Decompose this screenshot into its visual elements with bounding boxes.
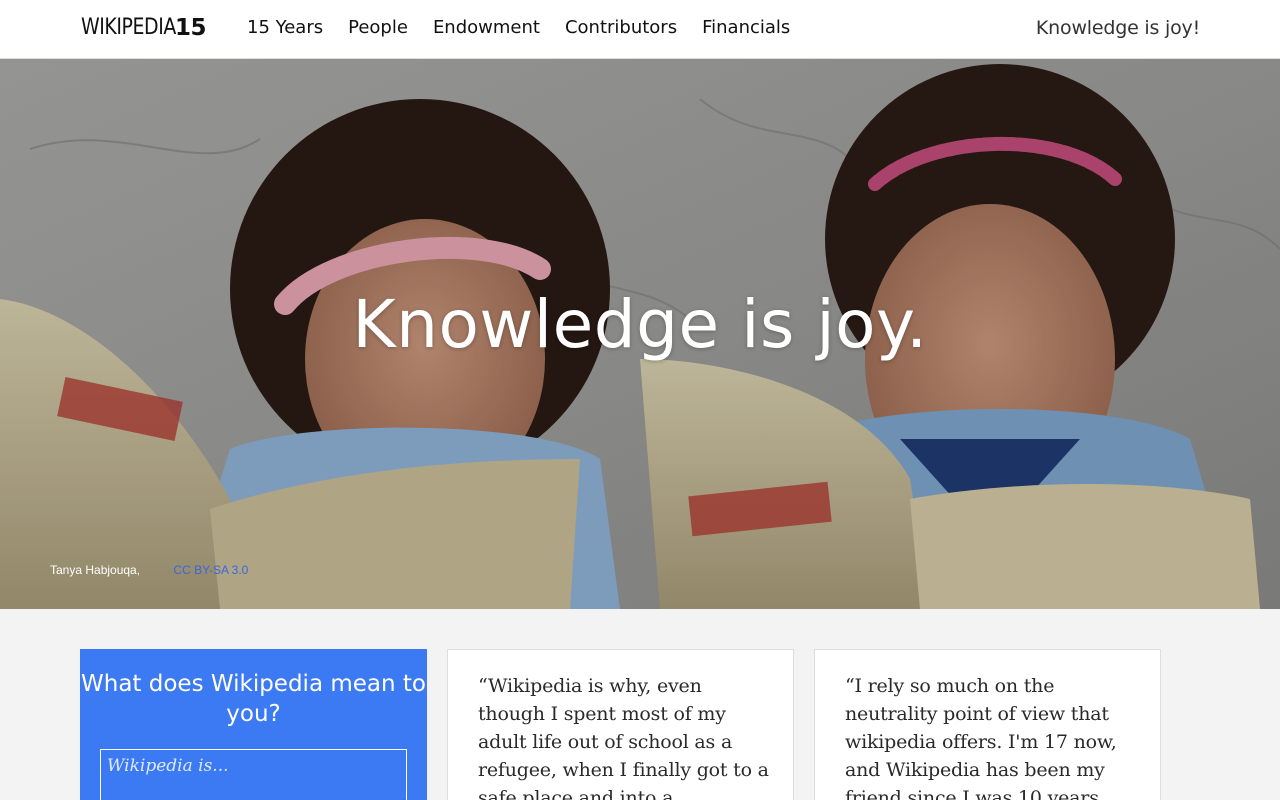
quote-card: “I rely so much on the neutrality point … xyxy=(814,649,1161,800)
share-story-title: What does Wikipedia mean to you? xyxy=(81,671,426,727)
photo-credit-author: Tanya Habjouqa, xyxy=(50,563,141,577)
share-story-card: What does Wikipedia mean to you? xyxy=(80,649,427,800)
story-input[interactable] xyxy=(100,749,407,800)
nav-item-financials[interactable]: Financials xyxy=(702,16,790,40)
wikipedia15-logo[interactable]: WIKIPEDIA 15 xyxy=(81,14,207,42)
nav-item-endowment[interactable]: Endowment xyxy=(433,16,540,40)
stories-section: What does Wikipedia mean to you? “Wikipe… xyxy=(80,649,1200,800)
main-nav: 15 Years People Endowment Contributors F… xyxy=(247,16,815,40)
top-navigation-bar: WIKIPEDIA 15 15 Years People Endowment Co… xyxy=(0,0,1280,59)
hero-banner: Knowledge is joy. Tanya Habjouqa, CC BY-… xyxy=(0,59,1280,609)
photo-license-link[interactable]: CC BY-SA 3.0 xyxy=(173,563,248,577)
quote-card: “Wikipedia is why, even though I spent m… xyxy=(447,649,794,800)
nav-item-contributors[interactable]: Contributors xyxy=(565,16,677,40)
logo-wordmark: WIKIPEDIA xyxy=(81,15,176,40)
nav-item-15-years[interactable]: 15 Years xyxy=(247,16,323,40)
photo-credit: Tanya Habjouqa, CC BY-SA 3.0 xyxy=(50,563,248,577)
logo-number: 15 xyxy=(175,15,207,41)
quote-text: “Wikipedia is why, even though I spent m… xyxy=(478,675,769,800)
header-tagline: Knowledge is joy! xyxy=(1035,17,1200,39)
quote-text: “I rely so much on the neutrality point … xyxy=(845,675,1117,800)
nav-item-people[interactable]: People xyxy=(348,16,408,40)
hero-title: Knowledge is joy. xyxy=(352,286,928,363)
